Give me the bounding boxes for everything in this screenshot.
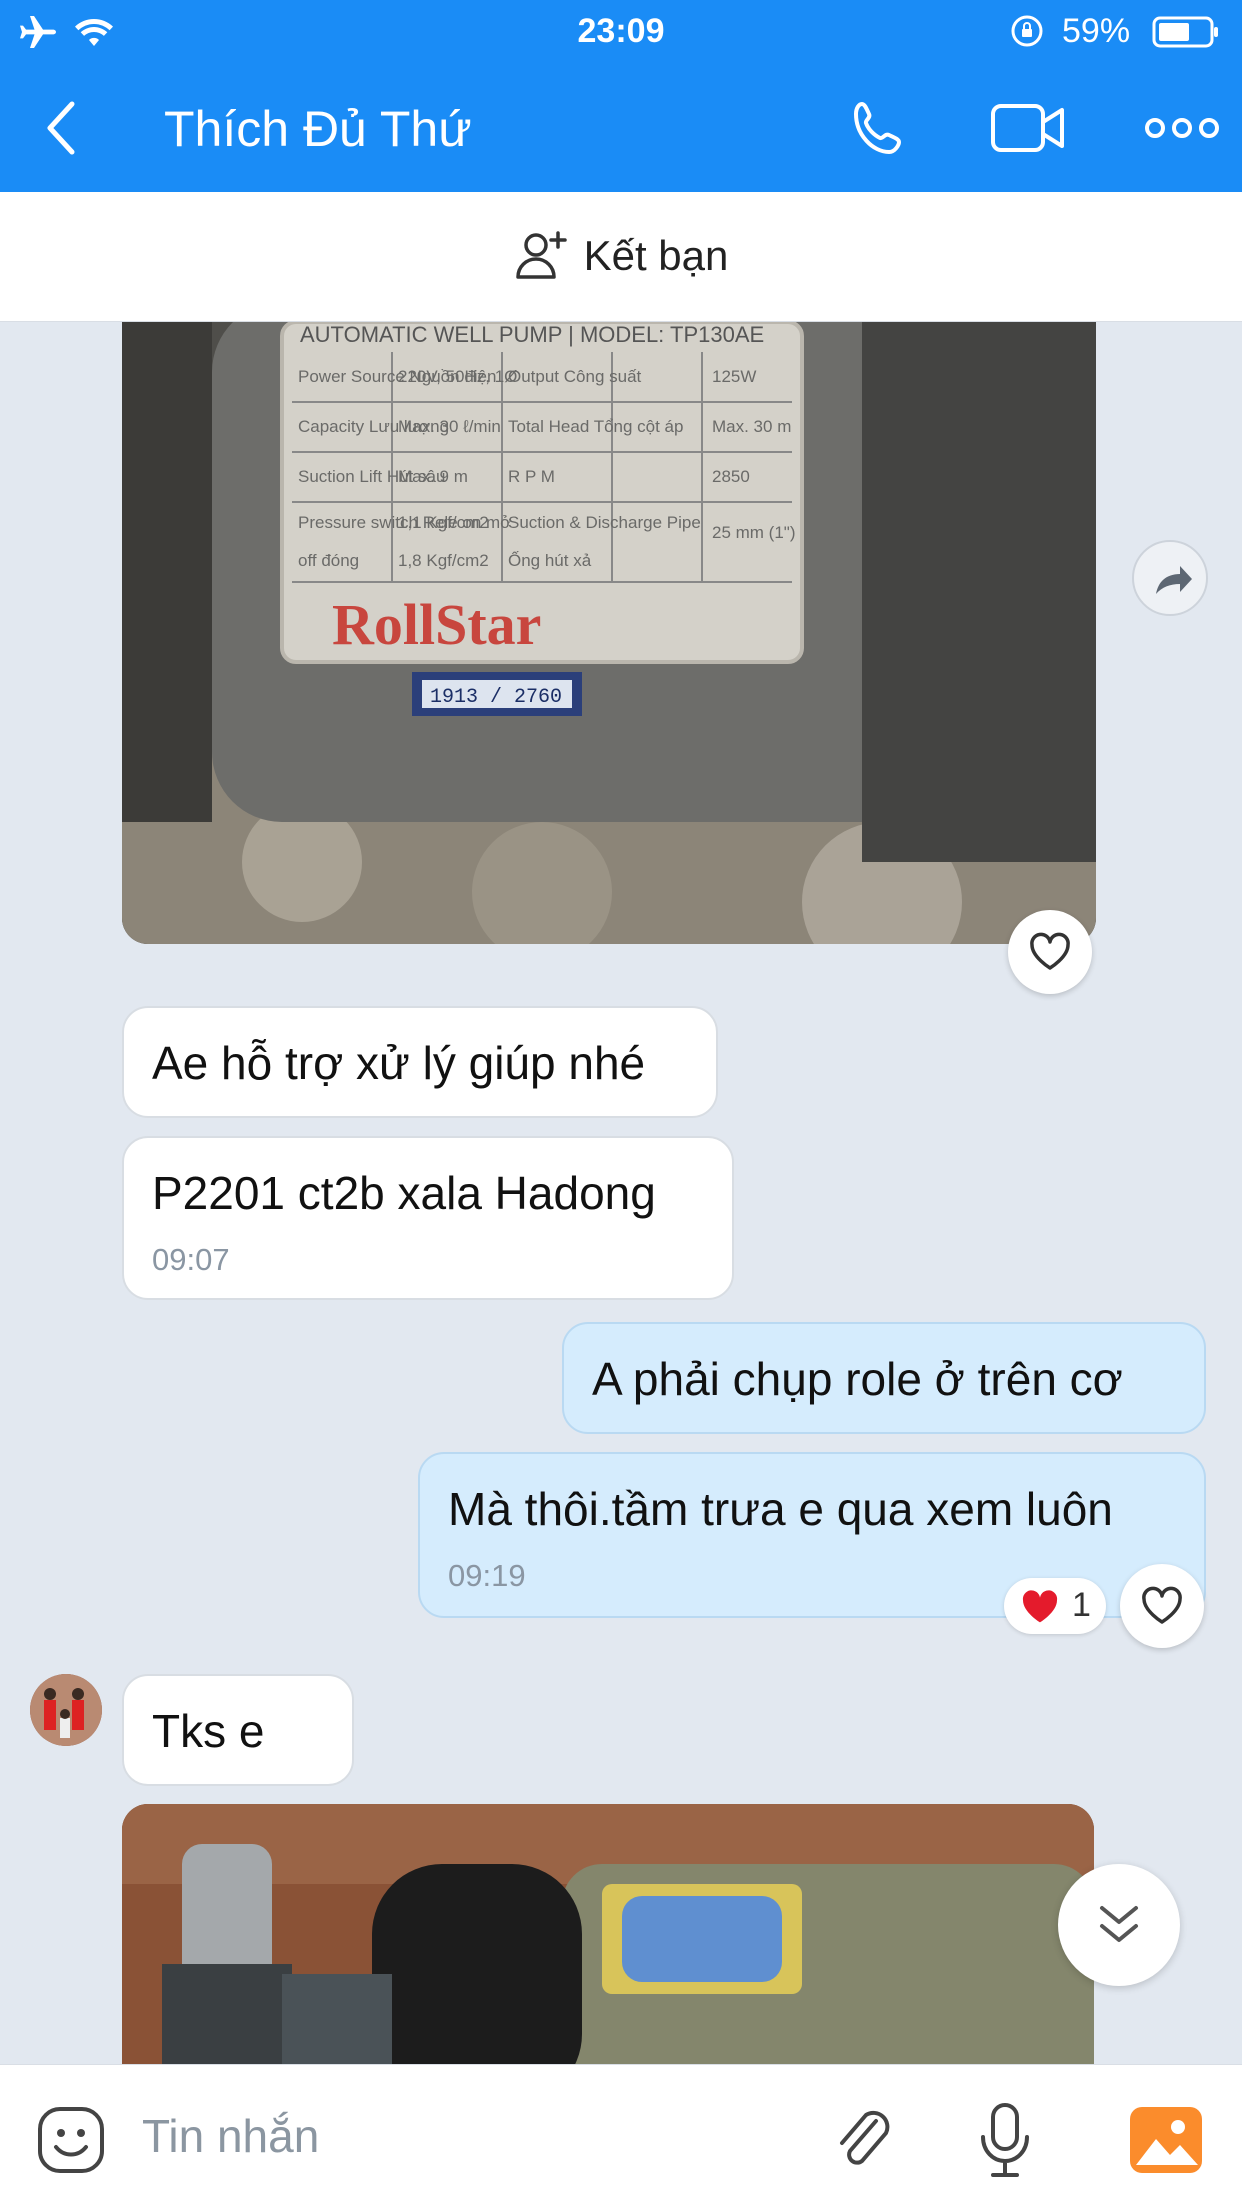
share-button[interactable] — [1132, 540, 1208, 616]
pump-photo[interactable] — [122, 1804, 1094, 2064]
plate-cell: Max. 30 ℓ/min — [398, 417, 501, 436]
message-text: P2201 ct2b xala Hadong — [152, 1167, 656, 1219]
plate-cell: 1,8 Kgf/cm2 — [398, 551, 489, 570]
plate-cell: Total Head Tổng cột áp — [508, 417, 683, 436]
like-button[interactable] — [1008, 910, 1092, 994]
reaction-badge[interactable]: 1 — [1004, 1578, 1106, 1634]
message-bubble-outgoing[interactable]: A phải chụp role ở trên cơ — [562, 1322, 1206, 1434]
add-friend-icon — [515, 231, 567, 279]
message-input[interactable]: Tin nhắn — [142, 2109, 319, 2163]
battery-icon — [1152, 16, 1218, 48]
scroll-to-bottom-button[interactable] — [1058, 1864, 1180, 1986]
status-bar: 23:09 59% — [0, 0, 1242, 64]
message-text: Ae hỗ trợ xử lý giúp nhé — [152, 1037, 646, 1089]
add-friend-button[interactable]: Kết bạn — [0, 231, 1242, 281]
heart-icon — [1142, 1586, 1182, 1624]
avatar[interactable] — [30, 1674, 102, 1746]
message-timestamp: 09:07 — [152, 1242, 230, 1277]
plate-cell: 220V, 50Hz, 1Ø — [398, 367, 517, 386]
gallery-icon[interactable] — [1128, 2105, 1204, 2175]
plate-cell: R P M — [508, 467, 555, 486]
rotation-lock-icon — [1011, 15, 1043, 47]
top-bar: 23:09 59% Thích Đủ Thứ — [0, 0, 1242, 192]
brand-logo: RollStar — [332, 592, 541, 657]
message-text: Mà thôi.tầm trưa e qua xem luôn — [448, 1483, 1113, 1535]
message-bubble-incoming[interactable]: Ae hỗ trợ xử lý giúp nhé — [122, 1006, 718, 1118]
heart-icon — [1022, 1590, 1058, 1623]
emoji-icon[interactable] — [36, 2105, 106, 2175]
plate-cell: 25 mm (1") — [712, 523, 796, 542]
heart-icon — [1030, 932, 1070, 970]
plate-cell: Max. 30 m — [712, 417, 791, 436]
like-button[interactable] — [1120, 1564, 1204, 1648]
plate-cell: off đóng — [298, 551, 359, 570]
plate-cell: 1,1 Kgf/cm2 — [398, 513, 489, 532]
chat-title[interactable]: Thích Đủ Thứ — [164, 100, 472, 158]
pump-label-photo[interactable]: AUTOMATIC WELL PUMP | MODEL: TP130AE Pow… — [122, 322, 1096, 944]
message-bubble-incoming[interactable]: P2201 ct2b xala Hadong 09:07 — [122, 1136, 734, 1300]
mic-icon[interactable] — [978, 2101, 1032, 2179]
video-icon[interactable] — [990, 100, 1066, 156]
add-friend-bar: Kết bạn — [0, 192, 1242, 322]
share-icon — [1156, 566, 1192, 594]
message-text: Tks e — [152, 1705, 265, 1757]
status-time: 23:09 — [577, 12, 665, 50]
phone-icon[interactable] — [848, 98, 910, 160]
back-icon[interactable] — [40, 98, 84, 158]
plate-cell: Max. 9 m — [398, 467, 468, 486]
plate-cell: 2850 — [712, 467, 750, 486]
add-friend-label: Kết bạn — [583, 232, 729, 279]
reaction-count: 1 — [1072, 1586, 1091, 1624]
serial-label: 1913 / 2760 — [430, 686, 562, 709]
plate-cell: 125W — [712, 367, 756, 386]
message-text: A phải chụp role ở trên cơ — [592, 1353, 1123, 1405]
more-icon[interactable] — [1144, 114, 1220, 142]
attach-icon[interactable] — [832, 2103, 896, 2177]
message-input-bar: Tin nhắn — [0, 2064, 1242, 2208]
chat-header: Thích Đủ Thứ — [0, 64, 1242, 192]
plate-header: AUTOMATIC WELL PUMP | MODEL: TP130AE — [300, 322, 764, 347]
plate-cell: Ống hút xả — [508, 550, 592, 570]
message-list[interactable]: AUTOMATIC WELL PUMP | MODEL: TP130AE Pow… — [0, 322, 1242, 2064]
battery-percent: 59% — [1062, 12, 1131, 50]
plate-cell: Output Công suất — [508, 367, 642, 386]
message-bubble-incoming[interactable]: Tks e — [122, 1674, 354, 1786]
plate-cell: Suction & Discharge Pipe — [508, 513, 701, 532]
chevron-double-down-icon — [1100, 1906, 1138, 1942]
